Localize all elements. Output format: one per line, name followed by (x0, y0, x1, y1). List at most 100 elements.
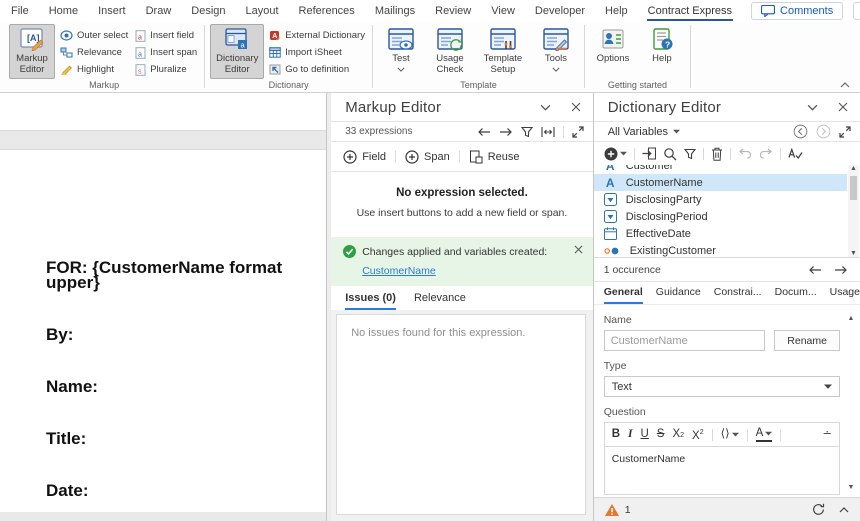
variable-scope-dropdown[interactable]: All Variables (608, 126, 680, 138)
expand-pane-icon[interactable] (572, 126, 584, 138)
document-page-2[interactable]: FOR: {CustomerName format upper} By: Nam… (0, 149, 327, 512)
relevance-button[interactable]: Relevance (58, 46, 130, 59)
question-text-editor[interactable]: CustomerName (603, 446, 840, 495)
doc-line-date[interactable]: Date: (46, 482, 326, 499)
insert-field-button[interactable]: a Insert field (133, 29, 199, 42)
bold-icon[interactable]: B (612, 428, 620, 440)
tab-guidance[interactable]: Guidance (656, 286, 701, 304)
tools-button[interactable]: Tools (533, 24, 579, 79)
redo-icon[interactable] (759, 148, 773, 159)
scroll-up-icon[interactable]: ▲ (848, 315, 855, 322)
tab-design[interactable]: Design (190, 1, 226, 21)
import-isheet-button[interactable]: Import iSheet (267, 46, 367, 59)
more-formatting-icon[interactable]: ⁥∸ (822, 428, 832, 440)
underline-icon[interactable]: U (640, 428, 648, 440)
reuse-toolbar-button[interactable]: Reuse (469, 150, 520, 164)
notification-close-icon[interactable] (574, 245, 583, 254)
collapse-ribbon-icon[interactable] (840, 82, 850, 88)
tab-review[interactable]: Review (434, 1, 472, 21)
next-expression-icon[interactable] (499, 127, 513, 137)
template-setup-button[interactable]: Template Setup (476, 24, 530, 79)
dictionary-editor-button[interactable]: a Dictionary Editor (210, 24, 265, 79)
tab-general[interactable]: General (603, 286, 643, 304)
tab-usage[interactable]: Usage (830, 286, 860, 304)
goto-occurrence-icon[interactable] (642, 147, 656, 160)
pluralize-button[interactable]: s Pluralize (133, 63, 199, 76)
usage-check-button[interactable]: Usage Check (427, 24, 473, 79)
tab-home[interactable]: Home (48, 1, 79, 21)
undo-icon[interactable] (738, 148, 752, 159)
tab-constraints[interactable]: Constrai... (714, 286, 762, 304)
prev-occurrence-icon[interactable] (808, 265, 822, 275)
delete-variable-icon[interactable] (711, 147, 723, 161)
type-select[interactable]: Text (603, 376, 840, 397)
filter-icon[interactable] (684, 148, 696, 160)
tab-relevance[interactable]: Relevance (414, 292, 466, 310)
document-canvas[interactable]: FOR: {CustomerName format upper} By: Nam… (0, 93, 328, 521)
variable-row-effectivedate[interactable]: EffectiveDate (594, 225, 847, 242)
pane-menu-chevron-icon[interactable] (807, 104, 818, 111)
doc-line-name[interactable]: Name: (46, 378, 326, 395)
goto-definition-button[interactable]: Go to definition (267, 63, 367, 76)
insert-field-toolbar-button[interactable]: Field (343, 150, 386, 164)
help-button[interactable]: ? Help (639, 24, 685, 79)
subscript-icon[interactable]: X2 (672, 428, 684, 441)
test-button[interactable]: Test (378, 24, 424, 79)
search-icon[interactable] (663, 147, 677, 161)
tab-layout[interactable]: Layout (245, 1, 280, 21)
spellcheck-icon[interactable] (788, 148, 803, 160)
pane-close-icon[interactable] (571, 102, 581, 112)
scroll-down-icon[interactable]: ▼ (848, 484, 855, 491)
expand-pane-icon[interactable] (839, 126, 851, 138)
variable-row-customer[interactable]: A Customer (594, 165, 847, 174)
tab-view[interactable]: View (490, 1, 516, 21)
tab-draw[interactable]: Draw (145, 1, 173, 21)
insert-span-button[interactable]: a Insert span (133, 46, 199, 59)
tab-issues[interactable]: Issues (0) (345, 292, 396, 310)
doc-line-for[interactable]: FOR: {CustomerName format upper} (46, 259, 326, 291)
scroll-up-icon[interactable]: ▲ (850, 165, 857, 172)
add-variable-button[interactable] (604, 147, 627, 161)
name-input[interactable] (603, 330, 766, 351)
strikethrough-icon[interactable]: S (657, 428, 665, 440)
doc-line-title[interactable]: Title: (46, 430, 326, 447)
filter-icon[interactable] (521, 126, 533, 138)
doc-line-by[interactable]: By: (46, 326, 326, 343)
tab-help[interactable]: Help (604, 1, 629, 21)
variable-list-scrollbar[interactable]: ▲ ▼ (847, 165, 859, 257)
options-button[interactable]: Options (590, 24, 636, 79)
tab-file[interactable]: File (10, 1, 30, 21)
collapse-status-icon[interactable] (839, 507, 849, 513)
scroll-thumb[interactable] (849, 176, 857, 200)
insert-span-toolbar-button[interactable]: Span (405, 150, 450, 164)
font-color-icon[interactable]: A (755, 427, 773, 442)
pane-menu-chevron-icon[interactable] (540, 104, 551, 111)
document-page-1[interactable] (0, 93, 327, 131)
next-occurrence-icon[interactable] (834, 265, 848, 275)
tab-documents[interactable]: Docum... (775, 286, 817, 304)
outer-select-button[interactable]: Outer select (58, 29, 130, 42)
comments-button[interactable]: Comments (751, 2, 844, 20)
pane-close-icon[interactable] (838, 102, 848, 112)
customer-name-link[interactable]: CustomerName (362, 265, 436, 277)
history-back-icon[interactable] (793, 124, 808, 139)
variable-row-customername[interactable]: A CustomerName (593, 174, 847, 191)
share-button[interactable]: Share (853, 2, 860, 20)
tab-mailings[interactable]: Mailings (374, 1, 416, 21)
variable-row-existingcustomer[interactable]: ExistingCustomer (594, 242, 847, 257)
variable-row-disclosingparty[interactable]: DisclosingParty (594, 191, 847, 208)
history-forward-icon[interactable] (816, 124, 831, 139)
refresh-icon[interactable] (812, 503, 825, 516)
italic-icon[interactable]: I (628, 428, 632, 440)
form-scrollbar[interactable]: ▲ ▼ (846, 315, 856, 491)
scroll-down-icon[interactable]: ▼ (850, 250, 857, 257)
tab-developer[interactable]: Developer (534, 1, 586, 21)
rename-button[interactable]: Rename (774, 330, 840, 351)
markup-editor-button[interactable]: [A] Markup Editor (9, 24, 55, 79)
tab-references[interactable]: References (298, 1, 356, 21)
prev-expression-icon[interactable] (477, 127, 491, 137)
external-dictionary-button[interactable]: A External Dictionary (267, 29, 367, 42)
highlight-button[interactable]: Highlight (58, 63, 130, 76)
fit-width-icon[interactable] (541, 127, 555, 137)
superscript-icon[interactable]: X2 (692, 427, 704, 442)
